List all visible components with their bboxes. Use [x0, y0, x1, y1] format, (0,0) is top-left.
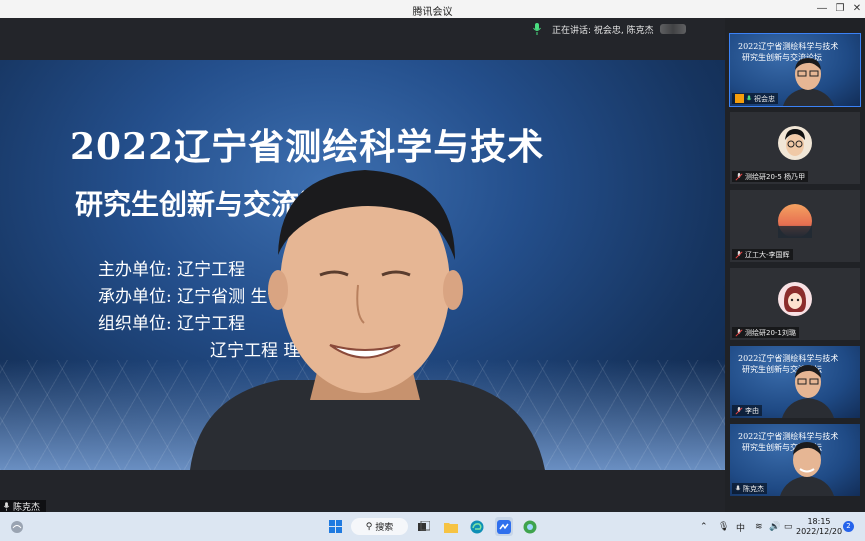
tile-label: 陈克杰	[732, 483, 767, 494]
participant-face	[780, 442, 834, 496]
speaker-person	[190, 170, 545, 470]
tile-slide-line1: 2022辽宁省测绘科学与技术	[738, 42, 839, 51]
participant-tile[interactable]: 2022辽宁省测绘科学与技术 研究生创新与交流论坛 李由	[730, 346, 860, 418]
tile-label: 测绘研20-5 杨乃甲	[732, 171, 809, 182]
tile-label: 辽工大-李国辉	[732, 249, 793, 260]
search-icon: ⚲	[365, 521, 373, 532]
chevron-up-icon[interactable]: ⌃	[700, 521, 708, 532]
edge-browser-icon[interactable]	[469, 517, 485, 536]
tile-participant-name: 辽工大-李国辉	[745, 250, 790, 259]
wifi-icon[interactable]: ≋	[755, 521, 763, 532]
tile-label: 李由	[732, 405, 762, 416]
participant-tile[interactable]: 2022辽宁省测绘科学与技术 研究生创新与交流论坛 祝会忠	[729, 33, 861, 107]
tile-label: 祝会忠	[732, 93, 778, 104]
weather-icon[interactable]	[9, 517, 25, 536]
tile-participant-name: 祝会忠	[754, 94, 775, 103]
file-explorer-icon[interactable]	[443, 517, 459, 536]
main-video-nametag: 陈克杰	[0, 500, 47, 513]
participant-tile[interactable]: 测绘研20-5 杨乃甲	[730, 112, 860, 184]
mic-icon	[533, 23, 541, 35]
participant-avatar	[778, 282, 812, 316]
participant-tile[interactable]: 测绘研20-1刘璐	[730, 268, 860, 340]
speaking-indicator: 正在讲话: 祝会忠, 陈克杰	[532, 22, 686, 36]
task-view-icon[interactable]	[416, 517, 432, 536]
taskbar-search[interactable]: ⚲ 搜索	[351, 518, 408, 535]
participant-avatar	[778, 204, 812, 238]
speaker-avatar-blur	[659, 24, 686, 34]
mic-icon	[735, 484, 741, 490]
clock-date: 2022/12/20	[796, 527, 843, 536]
tile-participant-name: 李由	[745, 406, 759, 415]
clock-time: 18:15	[807, 517, 831, 526]
main-video[interactable]: 2022辽宁省测绘科学与技术 研究生创新与交流论坛 主办单位: 辽宁工程 承办单…	[0, 60, 725, 470]
mic-icon	[746, 94, 752, 100]
mic-muted-icon	[735, 406, 743, 415]
host-icon	[735, 94, 744, 103]
window-title: 腾讯会议	[412, 7, 453, 18]
participant-avatar	[778, 126, 812, 160]
mic-muted-icon	[735, 172, 743, 181]
browser-globe-icon[interactable]	[522, 517, 538, 536]
tile-participant-name: 测绘研20-5 杨乃甲	[745, 172, 806, 181]
participant-face	[783, 58, 834, 106]
speaking-text: 正在讲话: 祝会忠, 陈克杰	[552, 25, 654, 36]
microphone-tray-icon[interactable]: 🎙	[718, 521, 729, 532]
tile-participant-name: 陈克杰	[743, 484, 764, 493]
taskbar-clock[interactable]: 18:15 2022/12/20	[796, 517, 842, 537]
mic-icon	[3, 501, 10, 511]
search-label: 搜索	[375, 523, 394, 533]
minimize-button[interactable]: —	[814, 1, 830, 17]
notification-badge[interactable]: 2	[843, 521, 854, 532]
participant-tile[interactable]: 辽工大-李国辉	[730, 190, 860, 262]
mic-muted-icon	[735, 250, 743, 259]
battery-icon[interactable]: ▭	[784, 521, 793, 532]
tencent-meeting-taskbar-icon[interactable]	[495, 517, 513, 536]
title-bar: 腾讯会议 — ❐ ✕	[0, 0, 865, 18]
volume-icon[interactable]: 🔊	[769, 521, 780, 532]
ime-indicator[interactable]: 中	[736, 521, 745, 534]
close-button[interactable]: ✕	[849, 1, 865, 17]
tile-label: 测绘研20-1刘璐	[732, 327, 799, 338]
tile-participant-name: 测绘研20-1刘璐	[745, 328, 796, 337]
main-participant-name: 陈克杰	[13, 502, 41, 513]
taskbar: ⚲ 搜索 ⌃ 🎙 中 ≋ 🔊 ▭ 18:15 2022/12/20 2	[0, 512, 865, 541]
start-icon[interactable]	[326, 517, 344, 536]
mic-muted-icon	[735, 328, 743, 337]
restore-button[interactable]: ❐	[832, 1, 848, 17]
participant-face	[782, 365, 834, 418]
participant-tile[interactable]: 2022辽宁省测绘科学与技术 研究生创新与交流论坛 陈克杰	[730, 424, 860, 496]
